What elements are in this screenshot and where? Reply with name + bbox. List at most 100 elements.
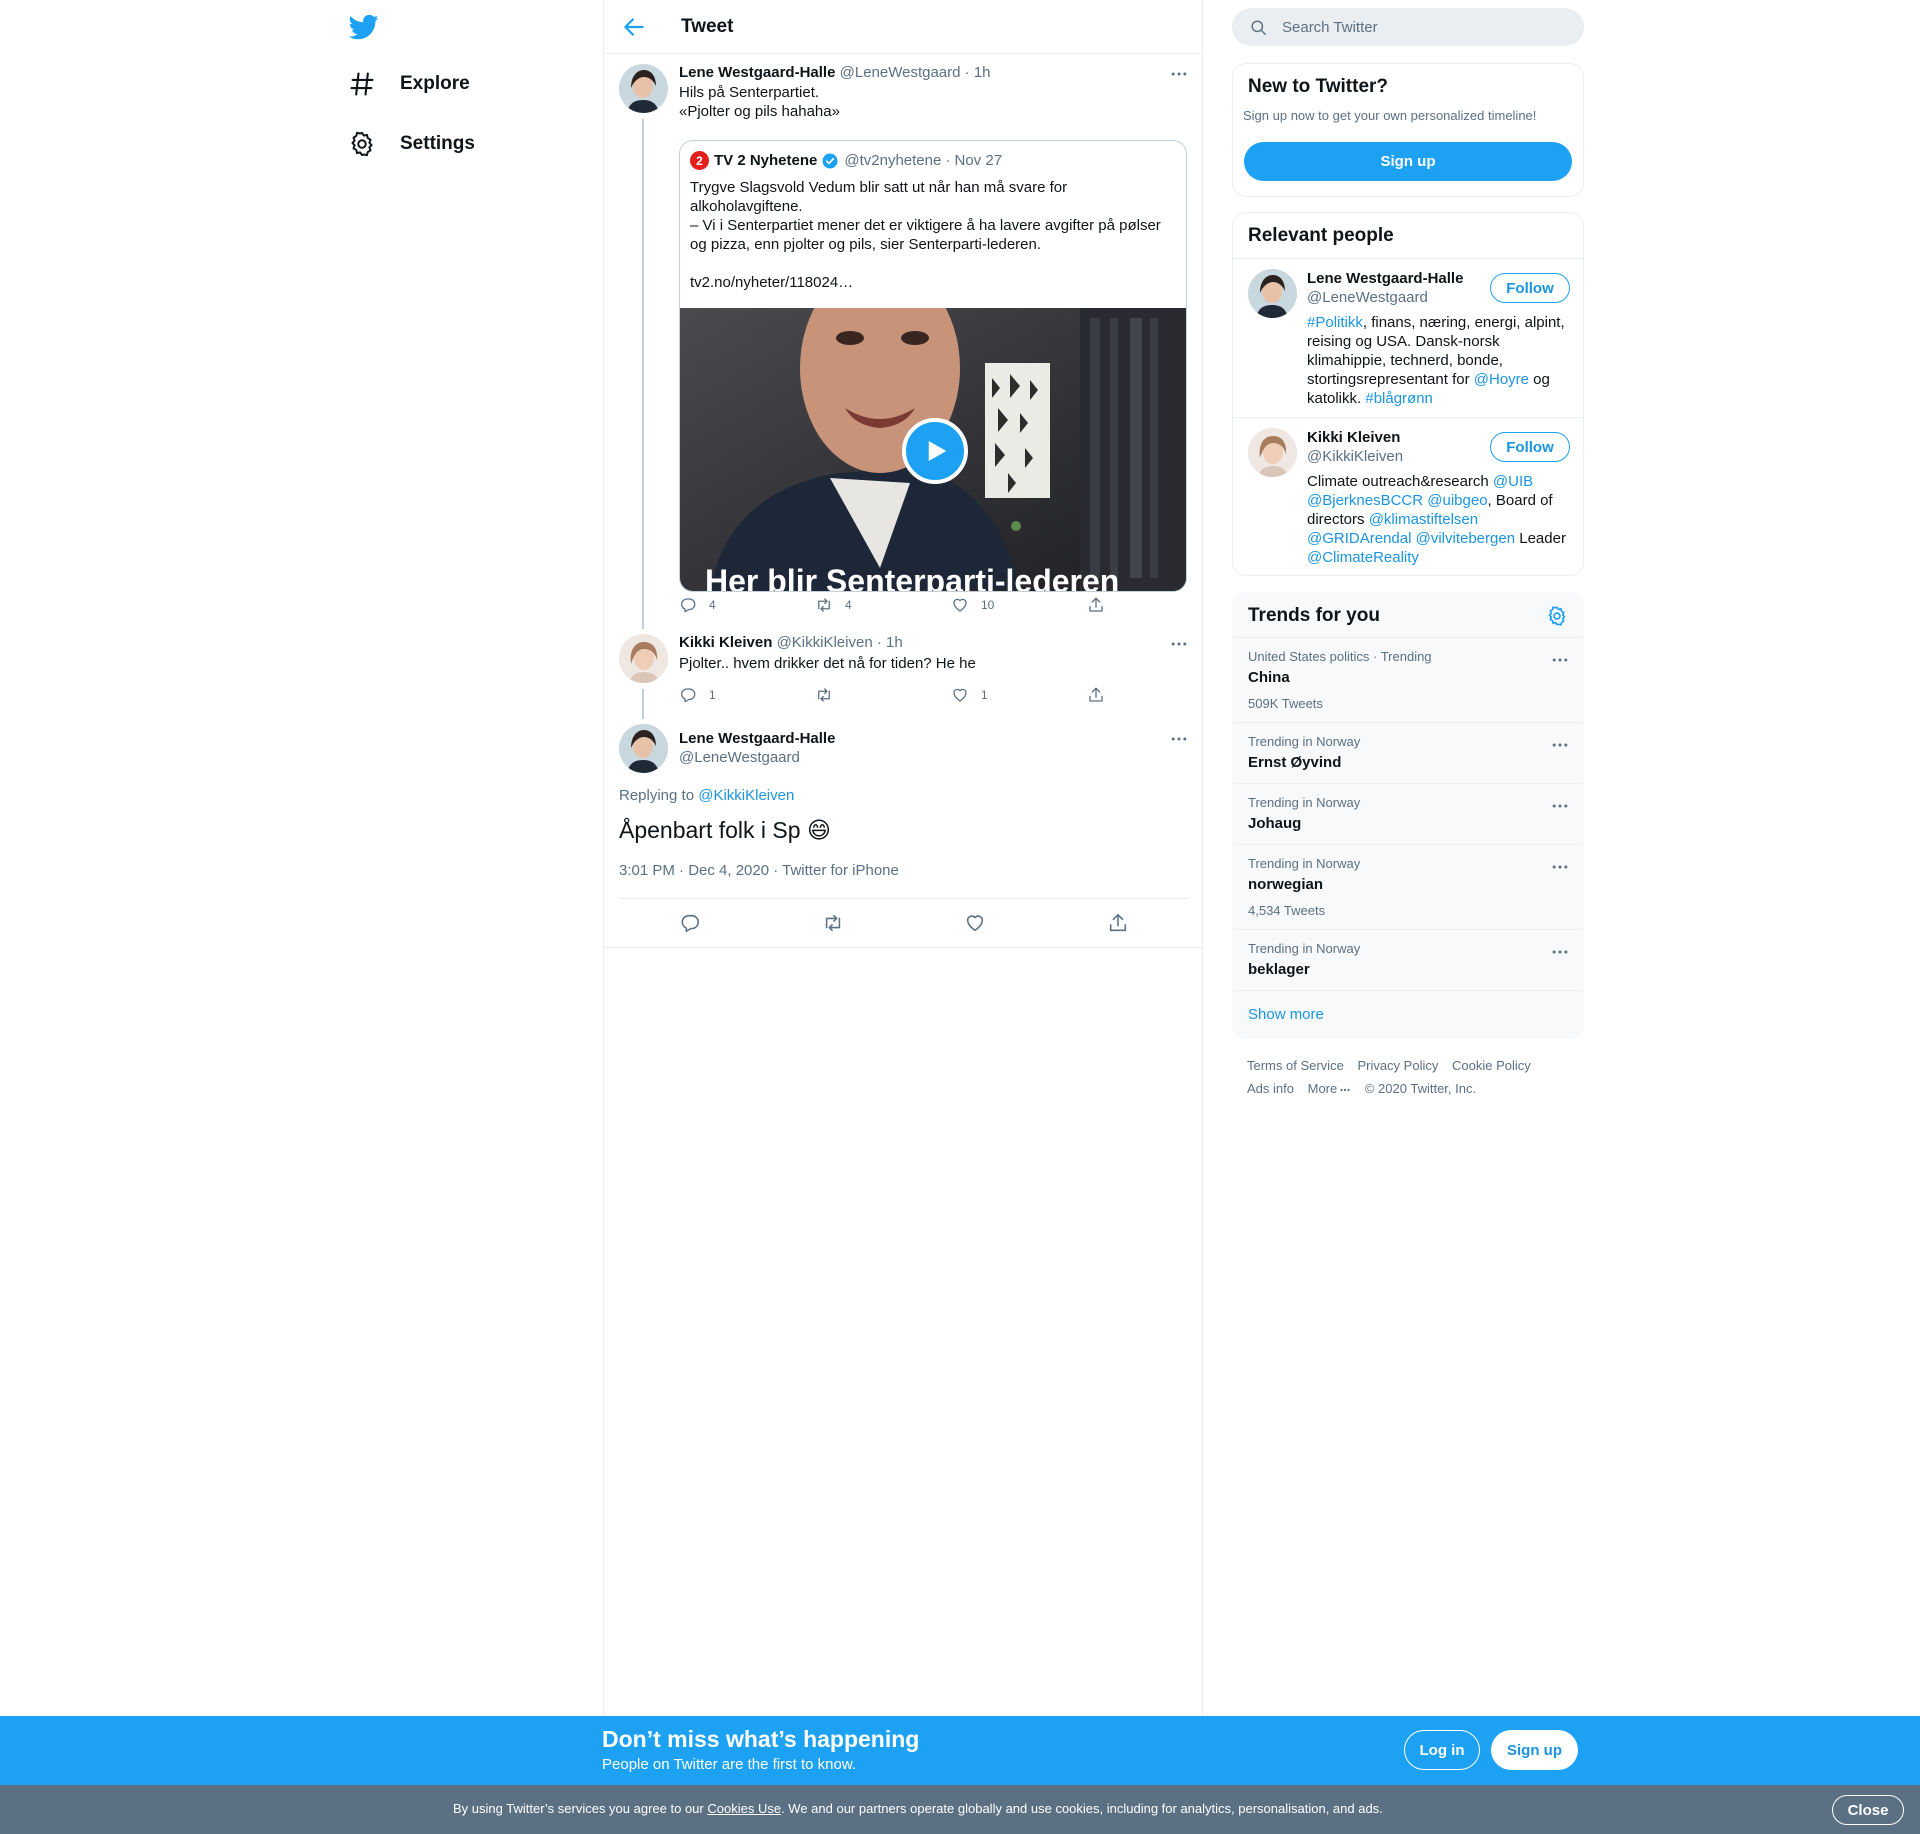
trend-context: Trending in Norway bbox=[1248, 795, 1361, 810]
author-handle[interactable]: @LeneWestgaard bbox=[679, 748, 835, 767]
like-button[interactable]: 1 bbox=[951, 686, 1087, 704]
privacy-link[interactable]: Privacy Policy bbox=[1357, 1058, 1438, 1073]
tweet-meta[interactable]: 3:01 PM · Dec 4, 2020 · Twitter for iPho… bbox=[619, 862, 899, 879]
more-dots-icon[interactable] bbox=[1339, 1084, 1351, 1096]
quoted-tweet[interactable]: 2 TV 2 Nyhetene @tv2nyhetene · Nov 27 Tr… bbox=[679, 140, 1187, 592]
bio-mention[interactable]: @vilvitebergen bbox=[1416, 530, 1515, 547]
back-arrow-icon[interactable] bbox=[621, 14, 647, 40]
like-button[interactable]: 10 bbox=[951, 596, 1087, 614]
bio-hashtag[interactable]: #Politikk bbox=[1307, 314, 1363, 331]
trend-item[interactable]: Trending in Norway Johaug bbox=[1233, 783, 1583, 844]
terms-link[interactable]: Terms of Service bbox=[1247, 1058, 1344, 1073]
reply-icon bbox=[681, 598, 696, 613]
more-options-icon[interactable] bbox=[1169, 634, 1189, 654]
bio-mention[interactable]: @BjerknesBCCR bbox=[1307, 492, 1423, 509]
share-button[interactable] bbox=[1087, 686, 1223, 704]
gear-icon[interactable] bbox=[1546, 605, 1568, 627]
bio-mention[interactable]: @uibgeo bbox=[1427, 492, 1487, 509]
more-options-icon[interactable] bbox=[1550, 650, 1570, 670]
log-in-button[interactable]: Log in bbox=[1404, 1730, 1480, 1770]
trend-name: Ernst Øyvind bbox=[1248, 754, 1342, 771]
bio-mention[interactable]: @Hoyre bbox=[1474, 371, 1529, 388]
heart-icon[interactable] bbox=[964, 912, 986, 934]
more-options-icon[interactable] bbox=[1550, 942, 1570, 962]
sign-up-button[interactable]: Sign up bbox=[1244, 142, 1572, 181]
ads-info-link[interactable]: Ads info bbox=[1247, 1081, 1294, 1096]
avatar[interactable] bbox=[619, 724, 668, 773]
reply-button[interactable]: 1 bbox=[679, 686, 815, 704]
nav-explore[interactable]: Explore bbox=[348, 59, 470, 109]
trend-item[interactable]: Trending in Norway Ernst Øyvind bbox=[1233, 722, 1583, 783]
author-handle[interactable]: @LeneWestgaard bbox=[840, 64, 961, 81]
cookies-use-link[interactable]: Cookies Use bbox=[707, 1801, 781, 1816]
tweet-time[interactable]: · 1h bbox=[877, 634, 903, 651]
trend-context: Trending in Norway bbox=[1248, 941, 1361, 956]
close-button[interactable]: Close bbox=[1832, 1795, 1904, 1825]
trend-context: Trending in Norway bbox=[1248, 856, 1361, 871]
card-title: Trends for you bbox=[1248, 605, 1380, 626]
cookie-policy-link[interactable]: Cookie Policy bbox=[1452, 1058, 1531, 1073]
reply-count: 1 bbox=[709, 688, 716, 702]
tweet-time[interactable]: · 1h bbox=[965, 64, 991, 81]
search-icon bbox=[1251, 19, 1266, 35]
grin-emoji: 😄 bbox=[806, 817, 831, 843]
reply-icon[interactable] bbox=[679, 912, 701, 934]
retweet-icon[interactable] bbox=[822, 912, 844, 934]
avatar-portrait-icon bbox=[1248, 428, 1297, 477]
play-icon bbox=[928, 441, 947, 461]
nav-settings[interactable]: Settings bbox=[348, 119, 475, 169]
retweet-button[interactable]: 4 bbox=[815, 596, 951, 614]
center-header: Tweet bbox=[604, 0, 1202, 54]
quote-link[interactable]: tv2.no/nyheter/118024… bbox=[690, 273, 1180, 292]
nav-settings-label: Settings bbox=[400, 133, 475, 154]
more-options-icon[interactable] bbox=[1169, 729, 1189, 749]
more-options-icon[interactable] bbox=[1550, 735, 1570, 755]
trend-item[interactable]: United States politics · Trending China … bbox=[1233, 637, 1583, 722]
reply-button[interactable]: 4 bbox=[679, 596, 815, 614]
retweet-icon bbox=[818, 598, 830, 612]
avatar[interactable] bbox=[1248, 269, 1297, 318]
bio-mention[interactable]: @UIB bbox=[1493, 473, 1533, 490]
author-name[interactable]: Kikki Kleiven bbox=[679, 634, 772, 651]
play-button[interactable] bbox=[902, 418, 968, 484]
bio-hashtag[interactable]: #blågrønn bbox=[1365, 390, 1433, 407]
person-item[interactable]: Kikki Kleiven @KikkiKleiven Climate outr… bbox=[1233, 417, 1583, 575]
bio-mention[interactable]: @klimastiftelsen bbox=[1369, 511, 1478, 528]
retweet-icon bbox=[818, 688, 830, 702]
share-icon[interactable] bbox=[1107, 912, 1129, 934]
avatar[interactable] bbox=[1248, 428, 1297, 477]
follow-button[interactable]: Follow bbox=[1490, 273, 1570, 303]
avatar[interactable] bbox=[619, 64, 668, 113]
author-name[interactable]: Lene Westgaard-Halle bbox=[679, 729, 835, 748]
share-button[interactable] bbox=[1087, 596, 1223, 614]
bio-mention[interactable]: @ClimateReality bbox=[1307, 549, 1419, 566]
author-handle[interactable]: @KikkiKleiven bbox=[777, 634, 873, 651]
card-title: New to Twitter? bbox=[1248, 76, 1389, 97]
replying-to-link[interactable]: @KikkiKleiven bbox=[698, 787, 794, 804]
follow-button[interactable]: Follow bbox=[1490, 432, 1570, 462]
avatar-portrait-icon bbox=[619, 64, 668, 113]
avatar[interactable] bbox=[619, 634, 668, 683]
person-item[interactable]: Lene Westgaard-Halle @LeneWestgaard #Pol… bbox=[1233, 258, 1583, 417]
thread-tweet-2[interactable]: Kikki Kleiven @KikkiKleiven · 1h Pjolter… bbox=[619, 634, 1189, 719]
more-link[interactable]: More bbox=[1308, 1081, 1338, 1096]
search-box[interactable] bbox=[1232, 8, 1584, 46]
more-options-icon[interactable] bbox=[1550, 857, 1570, 877]
trend-item[interactable]: Trending in Norway norwegian 4,534 Tweet… bbox=[1233, 844, 1583, 929]
more-options-icon[interactable] bbox=[1169, 64, 1189, 84]
sign-up-button[interactable]: Sign up bbox=[1491, 1730, 1578, 1770]
author-name[interactable]: Lene Westgaard-Halle bbox=[679, 64, 835, 81]
search-input[interactable] bbox=[1282, 18, 1562, 36]
trend-item[interactable]: Trending in Norway beklager bbox=[1233, 929, 1583, 990]
cookie-bar: By using Twitter’s services you agree to… bbox=[0, 1785, 1920, 1834]
person-bio: #Politikk, finans, næring, energi, alpin… bbox=[1307, 313, 1569, 408]
bio-mention[interactable]: @GRIDArendal bbox=[1307, 530, 1411, 547]
show-more-link[interactable]: Show more bbox=[1248, 1006, 1324, 1023]
banner-subtitle: People on Twitter are the first to know. bbox=[602, 1756, 857, 1773]
thread-tweet-1[interactable]: Lene Westgaard-Halle @LeneWestgaard · 1h… bbox=[619, 64, 1189, 629]
retweet-button[interactable] bbox=[815, 686, 951, 704]
more-options-icon[interactable] bbox=[1550, 796, 1570, 816]
video-thumbnail[interactable]: Her blir Senterparti-lederen bbox=[680, 308, 1186, 591]
twitter-bird-icon[interactable] bbox=[348, 12, 380, 42]
show-more-row[interactable]: Show more bbox=[1233, 990, 1583, 1038]
